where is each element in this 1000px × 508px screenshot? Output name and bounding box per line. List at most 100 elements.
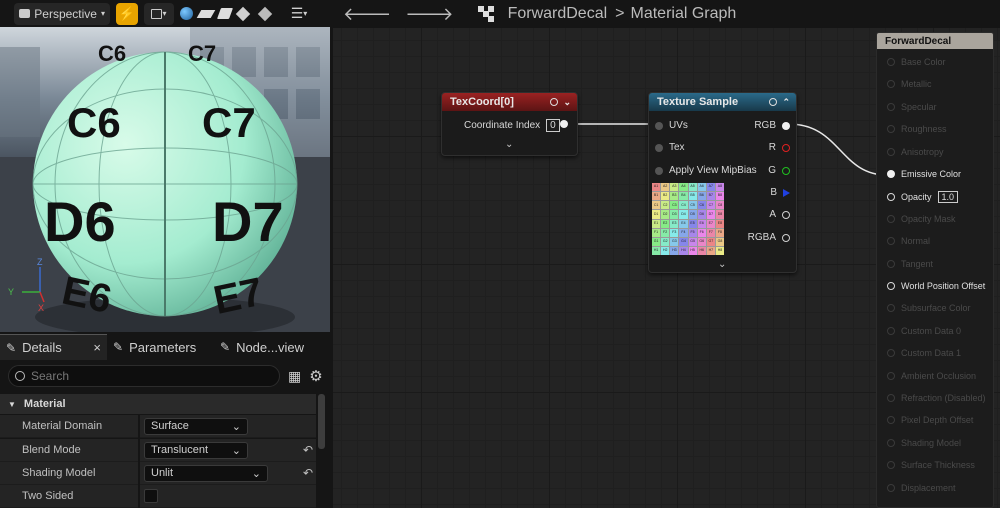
r-output-pin[interactable]: R (769, 142, 790, 153)
tab-details[interactable]: ✎ Details × (0, 334, 107, 360)
texture-sample-header[interactable]: Texture Sample ⌃ (649, 93, 796, 111)
rgba-output-pin[interactable]: RGBA (748, 232, 790, 243)
texture-grid-cell: A4 (679, 183, 688, 192)
texture-grid-cell: C4 (679, 201, 688, 210)
cylinder-preview-icon[interactable] (216, 8, 234, 19)
texture-grid-cell: A7 (706, 183, 715, 192)
sphere-preview-icon[interactable] (180, 7, 193, 20)
texture-grid-cell: A5 (688, 183, 697, 192)
pin-disabled-icon (887, 259, 895, 268)
material-result-node[interactable]: ForwardDecal Base Color Metallic Specular R… (876, 32, 994, 508)
texture-grid-cell: H5 (688, 246, 697, 255)
details-scrollbar[interactable] (318, 394, 325, 449)
breadcrumb-asset[interactable]: ForwardDecal (508, 5, 608, 23)
expand-chevron-icon[interactable]: ⌄ (718, 259, 726, 270)
a-label: A (769, 209, 776, 220)
result-pin-opacity-mask[interactable]: Opacity Mask (887, 214, 956, 224)
reset-to-default-icon[interactable]: ↶ (303, 443, 313, 457)
close-icon[interactable]: × (93, 340, 101, 355)
texture-sample-node[interactable]: Texture Sample ⌃ UVs Tex Apply View MipB… (648, 92, 797, 273)
forward-arrow-icon[interactable]: 🡒 (405, 4, 453, 25)
texture-grid-cell: G5 (688, 237, 697, 246)
uvs-input-pin[interactable]: UVs (655, 120, 688, 131)
shading-model-dropdown[interactable]: Unlit ⌄ (144, 464, 268, 482)
preview-viewport[interactable]: C6 C7 D6 D7 E6 E7 C6 C7 Z Y X (0, 27, 330, 332)
rgb-output-pin[interactable]: RGB (754, 120, 790, 131)
view-mode-dropdown[interactable]: Perspective ▾ (14, 2, 110, 25)
result-pin-label: Refraction (Disabled) (901, 393, 986, 403)
texture-grid-cell: E8 (715, 219, 724, 228)
texcoord-node-header[interactable]: TexCoord[0] ⌄ (442, 93, 577, 111)
result-pin-roughness[interactable]: Roughness (887, 124, 947, 134)
result-node-title[interactable]: ForwardDecal (877, 33, 993, 49)
texture-grid-cell: D2 (661, 210, 670, 219)
texcoord-output-pin[interactable] (560, 120, 568, 128)
category-material[interactable]: ▼ Material (0, 394, 316, 414)
pin-connected-icon (887, 282, 895, 290)
table-view-icon[interactable]: ▦ (288, 368, 301, 385)
tex-input-pin[interactable]: Tex (655, 142, 685, 153)
texcoord-node[interactable]: TexCoord[0] ⌄ Coordinate Index 0 ⌄ (441, 92, 578, 156)
svg-text:C6: C6 (67, 99, 121, 146)
preview-mesh-dropdown[interactable]: ▾ (144, 2, 174, 25)
result-pin-specular[interactable]: Specular (887, 102, 937, 112)
property-row-material-domain: Material Domain Surface ⌄ (0, 414, 316, 438)
property-row-shading-model: Shading Model Unlit ⌄ ↶ (0, 461, 316, 485)
preview-toggle-icon[interactable] (550, 98, 559, 106)
search-input[interactable]: Search (8, 365, 280, 387)
a-output-pin[interactable]: A (769, 209, 790, 220)
plane-preview-icon[interactable] (196, 9, 216, 18)
expand-chevron-icon[interactable]: ⌄ (505, 139, 513, 150)
result-pin-tangent[interactable]: Tangent (887, 259, 933, 269)
texture-grid-cell: F1 (652, 228, 661, 237)
result-pin-base-color[interactable]: Base Color (887, 57, 946, 67)
result-pin-refraction-disabled[interactable]: Refraction (Disabled) (887, 393, 986, 403)
result-pin-metallic[interactable]: Metallic (887, 79, 932, 89)
result-pin-shading-model[interactable]: Shading Model (887, 438, 961, 448)
texture-grid-cell: D7 (706, 210, 715, 219)
mipbias-input-pin[interactable]: Apply View MipBias (655, 165, 757, 176)
result-pin-label: Opacity (901, 192, 932, 203)
result-pin-anisotropy[interactable]: Anisotropy (887, 147, 944, 157)
collapse-icon[interactable]: ⌄ (563, 97, 571, 108)
preview-toggle-icon[interactable] (769, 98, 778, 106)
opacity-value-field[interactable]: 1.0 (937, 191, 959, 204)
breadcrumb-graph: Material Graph (630, 5, 737, 22)
realtime-toggle-button[interactable]: ⚡ (116, 2, 138, 25)
viewport-menu-button[interactable]: ☰ ▾ (285, 3, 313, 25)
material-domain-dropdown[interactable]: Surface ⌄ (144, 417, 248, 435)
tab-parameters[interactable]: ✎ Parameters (107, 334, 214, 360)
g-output-pin[interactable]: G (768, 165, 790, 176)
two-sided-checkbox[interactable] (144, 489, 158, 503)
cube-preview-icon[interactable] (235, 6, 251, 21)
result-pin-world-position-offset[interactable]: World Position Offset (887, 281, 985, 291)
texture-grid-cell: E2 (661, 219, 670, 228)
result-pin-label: Pixel Depth Offset (901, 415, 974, 426)
result-pin-custom-data-0[interactable]: Custom Data 0 (887, 326, 961, 336)
tab-node-preview[interactable]: ✎ Node...view (214, 334, 330, 360)
blend-mode-dropdown[interactable]: Translucent ⌄ (144, 441, 248, 459)
result-pin-displacement[interactable]: Displacement (887, 483, 956, 493)
camera-icon (19, 9, 31, 18)
pencil-icon: ✎ (6, 340, 17, 355)
result-pin-custom-data-1[interactable]: Custom Data 1 (887, 348, 961, 358)
texture-grid-cell: D6 (697, 210, 706, 219)
pencil-icon: ✎ (113, 340, 124, 354)
result-pin-pixel-depth-offset[interactable]: Pixel Depth Offset (887, 415, 973, 425)
texture-grid-cell: D1 (652, 210, 661, 219)
collapse-icon[interactable]: ⌃ (782, 97, 790, 108)
custom-mesh-preview-icon[interactable] (257, 6, 273, 21)
reset-to-default-icon[interactable]: ↶ (303, 466, 313, 480)
result-pin-label: Anisotropy (901, 146, 944, 157)
result-pin-normal[interactable]: Normal (887, 236, 930, 246)
coordinate-index-label: Coordinate Index (464, 120, 541, 131)
gear-icon[interactable]: ⚙ (309, 367, 322, 385)
b-output-pin[interactable]: B (770, 187, 790, 198)
coordinate-index-field[interactable]: 0 (546, 119, 560, 132)
back-arrow-icon[interactable]: 🡐 (343, 4, 391, 25)
result-pin-subsurface-color[interactable]: Subsurface Color (887, 303, 971, 313)
result-pin-surface-thickness[interactable]: Surface Thickness (887, 460, 975, 470)
result-pin-opacity[interactable]: Opacity 1.0 (887, 191, 959, 204)
result-pin-emissive-color[interactable]: Emissive Color (887, 169, 961, 179)
result-pin-ambient-occlusion[interactable]: Ambient Occlusion (887, 371, 976, 381)
